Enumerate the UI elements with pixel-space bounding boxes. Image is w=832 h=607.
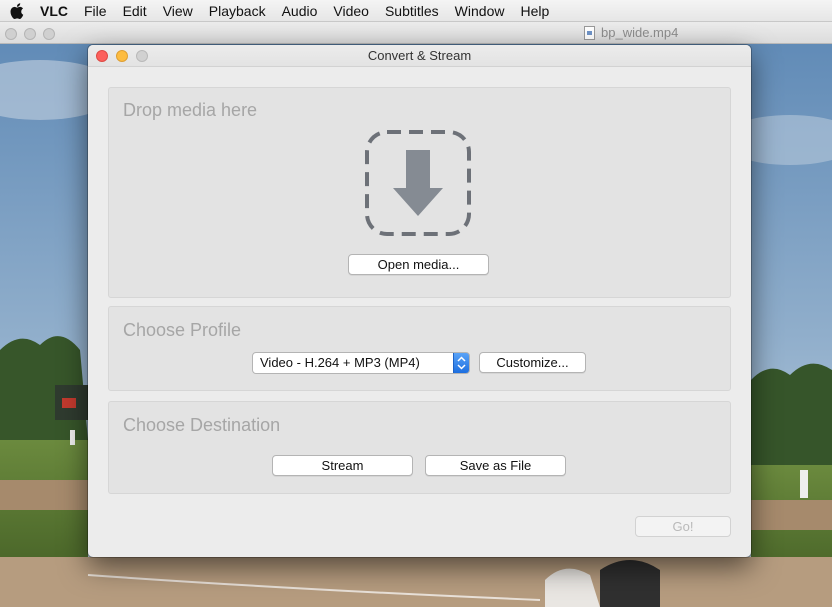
dialog-minimize-button[interactable] <box>116 50 128 62</box>
menu-edit[interactable]: Edit <box>115 0 155 22</box>
menu-audio[interactable]: Audio <box>274 0 326 22</box>
choose-profile-section: Choose Profile Video - H.264 + MP3 (MP4)… <box>108 306 731 391</box>
video-file-icon <box>584 25 595 40</box>
dialog-titlebar: Convert & Stream <box>88 45 751 67</box>
choose-destination-section: Choose Destination Stream Save as File <box>108 401 731 494</box>
go-button[interactable]: Go! <box>635 516 731 537</box>
open-media-button[interactable]: Open media... <box>348 254 489 275</box>
player-title: bp_wide.mp4 <box>584 25 678 40</box>
apple-menu-icon[interactable] <box>0 2 34 19</box>
menu-file[interactable]: File <box>76 0 115 22</box>
convert-stream-dialog: Convert & Stream Drop media here Open me… <box>88 45 751 557</box>
player-filename: bp_wide.mp4 <box>601 25 679 40</box>
dialog-zoom-button[interactable] <box>136 50 148 62</box>
dialog-title: Convert & Stream <box>367 48 472 63</box>
save-as-file-button[interactable]: Save as File <box>425 455 566 476</box>
menu-window[interactable]: Window <box>447 0 513 22</box>
download-arrow-icon <box>365 130 471 236</box>
profile-select-value: Video - H.264 + MP3 (MP4) <box>260 355 420 370</box>
player-zoom-button[interactable] <box>43 28 55 40</box>
menu-help[interactable]: Help <box>512 0 557 22</box>
player-titlebar: bp_wide.mp4 <box>0 22 832 44</box>
choose-profile-title: Choose Profile <box>123 320 242 340</box>
menu-subtitles[interactable]: Subtitles <box>377 0 447 22</box>
drop-media-area[interactable]: Drop media here Open media... <box>108 87 731 298</box>
menu-video[interactable]: Video <box>325 0 377 22</box>
menu-playback[interactable]: Playback <box>201 0 274 22</box>
customize-button[interactable]: Customize... <box>479 352 586 373</box>
choose-destination-title: Choose Destination <box>123 415 281 435</box>
menu-view[interactable]: View <box>155 0 201 22</box>
select-stepper-icon <box>453 353 469 373</box>
menu-bar: VLC File Edit View Playback Audio Video … <box>0 0 832 22</box>
profile-select[interactable]: Video - H.264 + MP3 (MP4) <box>252 352 470 374</box>
player-minimize-button[interactable] <box>24 28 36 40</box>
menu-app-name[interactable]: VLC <box>34 0 76 22</box>
drop-media-title: Drop media here <box>123 100 258 120</box>
stream-button[interactable]: Stream <box>272 455 413 476</box>
dialog-close-button[interactable] <box>96 50 108 62</box>
player-close-button[interactable] <box>5 28 17 40</box>
